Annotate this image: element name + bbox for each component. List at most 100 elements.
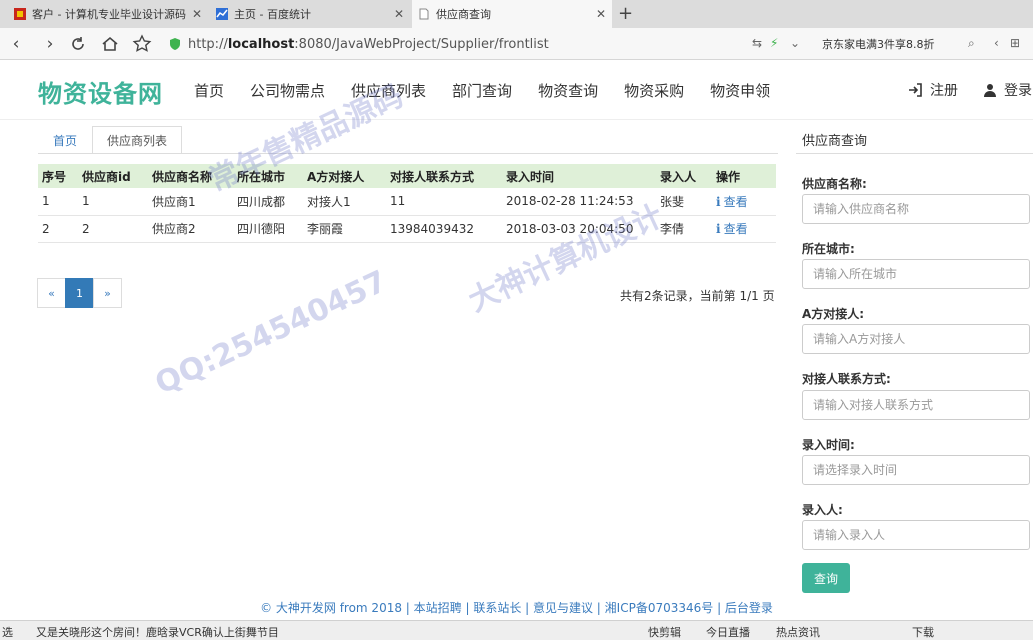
nav-department-query[interactable]: 部门查询 (452, 80, 512, 101)
info-icon: i (716, 222, 721, 236)
view-link[interactable]: i 查看 (712, 188, 776, 216)
nav-supplier-list[interactable]: 供应商列表 (351, 80, 426, 101)
status-item-news[interactable]: 热点资讯 (776, 624, 820, 640)
col-action: 操作 (712, 164, 776, 188)
nav-material-apply[interactable]: 物资申领 (710, 80, 770, 101)
cell-contact: 李丽霞 (303, 215, 386, 243)
chevron-left-icon[interactable]: ‹ (994, 36, 999, 50)
col-time: 录入时间 (502, 164, 656, 188)
home-icon[interactable] (100, 34, 120, 54)
sidebar-title: 供应商查询 (802, 134, 868, 149)
query-button[interactable]: 查询 (802, 563, 850, 593)
browser-tab-title: 供应商查询 (436, 8, 491, 21)
nav-material-purchase[interactable]: 物资采购 (624, 80, 684, 101)
nav-home[interactable]: 首页 (194, 80, 224, 101)
col-supplier-id: 供应商id (78, 164, 148, 188)
login-link[interactable]: 登录 (984, 80, 1032, 100)
status-item-clip[interactable]: 快剪辑 (648, 624, 681, 640)
browser-tab-2[interactable]: 主页 - 百度统计 ✕ (210, 0, 410, 28)
star-icon[interactable] (132, 34, 152, 54)
cell-city: 四川成都 (233, 188, 303, 216)
browser-tab-3[interactable]: 供应商查询 ✕ (412, 0, 612, 28)
share-icon[interactable]: ⇆ (752, 36, 762, 50)
chevron-down-icon[interactable]: ⌄ (790, 36, 800, 50)
browser-tab-bar: 客户 - 计算机专业毕业设计源码 ✕ 主页 - 百度统计 ✕ 供应商查询 ✕ + (0, 0, 1033, 28)
page-next-button[interactable]: » (93, 278, 122, 308)
supplier-name-label: 供应商名称: (802, 177, 867, 191)
chart-icon (216, 8, 228, 20)
status-cut-text: 选 (2, 626, 13, 639)
cell-time: 2018-03-03 20:04:50 (502, 215, 656, 243)
pagination: « 1 » (37, 278, 122, 308)
info-icon: i (716, 194, 721, 209)
col-supplier-name: 供应商名称 (148, 164, 233, 188)
back-icon[interactable]: ‹ (6, 34, 26, 54)
cell-id: 2 (78, 215, 148, 243)
view-label: 查看 (723, 222, 748, 236)
main-nav: 首页 公司物需点 供应商列表 部门查询 物资查询 物资采购 物资申领 (194, 80, 796, 101)
page-icon (419, 8, 429, 20)
apps-grid-icon[interactable]: ⊞ (1010, 36, 1020, 50)
address-bar: ‹ › http://localhost:8080/JavaWebProject… (0, 28, 1033, 60)
login-label: 登录 (1004, 83, 1032, 99)
close-icon[interactable]: ✕ (192, 7, 202, 21)
supplier-table: 序号 供应商id 供应商名称 所在城市 A方对接人 对接人联系方式 录入时间 录… (38, 164, 776, 243)
page-prev-button[interactable]: « (37, 278, 66, 308)
cell-city: 四川德阳 (233, 215, 303, 243)
breadcrumb-tab-supplier-list[interactable]: 供应商列表 (92, 126, 183, 154)
url-prefix: http:// (188, 36, 228, 52)
forward-icon[interactable]: › (40, 34, 60, 54)
cell-name: 供应商2 (148, 215, 233, 243)
watermark: QQ:254540457 (150, 263, 393, 402)
table-row: 1 1 供应商1 四川成都 对接人1 11 2018-02-28 11:24:5… (38, 188, 776, 216)
cell-seq: 1 (38, 188, 78, 216)
cell-id: 1 (78, 188, 148, 216)
cell-phone: 13984039432 (386, 215, 502, 243)
cell-phone: 11 (386, 188, 502, 216)
lightning-icon[interactable]: ⚡ (770, 36, 778, 50)
time-input[interactable] (802, 455, 1030, 485)
supplier-name-input[interactable] (802, 194, 1030, 224)
breadcrumb: 首页 供应商列表 (38, 126, 183, 154)
url-path: :8080/JavaWebProject/Supplier/frontlist (294, 36, 549, 52)
browser-tab-title: 主页 - 百度统计 (234, 8, 311, 21)
status-item-download[interactable]: 下载 (912, 624, 934, 640)
new-tab-button[interactable]: + (618, 3, 633, 24)
table-row: 2 2 供应商2 四川德阳 李丽霞 13984039432 2018-03-03… (38, 215, 776, 243)
nav-company-demand[interactable]: 公司物需点 (250, 80, 325, 101)
page-info: 共有2条记录，当前第 1/1 页 (620, 289, 775, 303)
close-icon[interactable]: ✕ (596, 7, 606, 21)
breadcrumb-tab-home[interactable]: 首页 (38, 126, 92, 154)
city-input[interactable] (802, 259, 1030, 289)
recorder-label: 录入人: (802, 503, 843, 517)
contact-label: A方对接人: (802, 307, 865, 321)
cell-time: 2018-02-28 11:24:53 (502, 188, 656, 216)
table-header-row: 序号 供应商id 供应商名称 所在城市 A方对接人 对接人联系方式 录入时间 录… (38, 164, 776, 188)
cell-seq: 2 (38, 215, 78, 243)
news-ticker[interactable]: 又是关晓彤这个房间！鹿晗录VCR确认上街舞节目 (36, 624, 279, 640)
col-seq: 序号 (38, 164, 78, 188)
nav-material-query[interactable]: 物资查询 (538, 80, 598, 101)
site-logo[interactable]: 物资设备网 (38, 74, 163, 109)
browser-tab-1[interactable]: 客户 - 计算机专业毕业设计源码 ✕ (8, 0, 208, 28)
cell-name: 供应商1 (148, 188, 233, 216)
phone-input[interactable] (802, 390, 1030, 420)
cell-recorder: 张斐 (656, 188, 712, 216)
contact-input[interactable] (802, 324, 1030, 354)
col-city: 所在城市 (233, 164, 303, 188)
search-icon[interactable]: ⌕ (968, 36, 975, 51)
url-input[interactable]: http://localhost:8080/JavaWebProject/Sup… (168, 33, 808, 55)
view-link[interactable]: i 查看 (712, 215, 776, 243)
col-phone: 对接人联系方式 (386, 164, 502, 188)
reload-icon[interactable] (68, 34, 88, 54)
status-item-live[interactable]: 今日直播 (706, 624, 750, 640)
close-icon[interactable]: ✕ (394, 7, 404, 21)
site-footer[interactable]: © 大神开发网 from 2018 | 本站招聘 | 联系站长 | 意见与建议 … (0, 597, 1033, 619)
phone-label: 对接人联系方式: (802, 372, 891, 386)
page-1-button[interactable]: 1 (65, 278, 94, 308)
cell-contact: 对接人1 (303, 188, 386, 216)
browser-status-bar: 选 又是关晓彤这个房间！鹿晗录VCR确认上街舞节目 快剪辑 今日直播 热点资讯 … (0, 620, 1033, 640)
recorder-input[interactable] (802, 520, 1030, 550)
promo-text[interactable]: 京东家电满3件享8.8折 (822, 36, 935, 52)
register-link[interactable]: 注册 (908, 80, 958, 100)
